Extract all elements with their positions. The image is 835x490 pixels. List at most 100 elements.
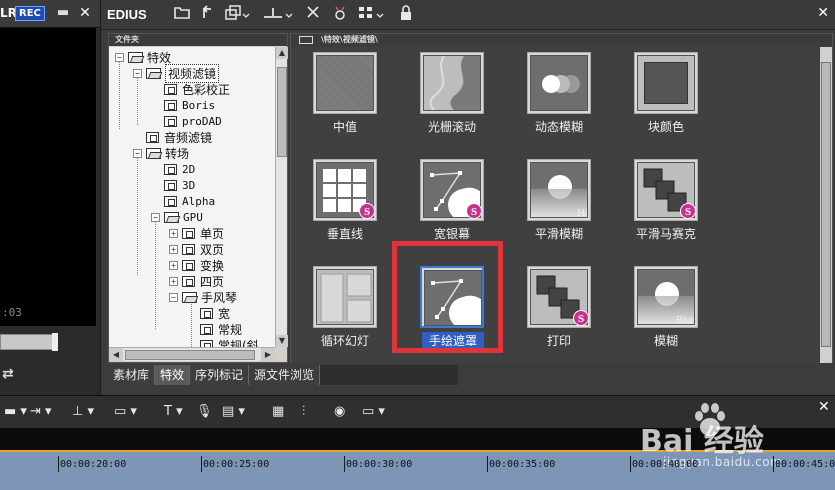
tree-item[interactable]: Boris xyxy=(164,97,215,113)
playback-mode-icon[interactable]: ⇄ xyxy=(2,366,14,382)
effect-tile[interactable]: S 打印 xyxy=(509,266,609,363)
copy-icon[interactable] xyxy=(223,5,251,25)
delete-icon[interactable] xyxy=(305,5,321,25)
tree-item[interactable]: − 视频滤镜 xyxy=(133,63,220,83)
tree-item[interactable]: − 转场 xyxy=(133,145,189,161)
effect-tile[interactable]: 块颜色 xyxy=(616,52,716,152)
effects-grid-scrollbar[interactable] xyxy=(820,47,832,363)
effect-group-icon xyxy=(182,275,195,287)
tree-item[interactable]: proDAD xyxy=(164,113,222,129)
lock-icon[interactable] xyxy=(399,5,413,25)
effect-tile[interactable]: Blur 模糊 xyxy=(616,266,716,363)
up-arrow-icon[interactable] xyxy=(199,5,215,25)
scroll-right-icon[interactable]: ▶ xyxy=(261,348,275,362)
tree-item[interactable]: 音频滤镜 xyxy=(146,129,212,145)
tree-item[interactable]: 2D xyxy=(164,161,195,177)
tree-item[interactable]: 常规 xyxy=(200,321,242,337)
track-mode-icon[interactable]: ▬ ▾ xyxy=(4,404,27,420)
tree-item[interactable]: 常规(斜 xyxy=(200,337,259,347)
tree-item[interactable]: − 手风琴 xyxy=(169,289,237,305)
bin-tab-bar: 素材库 特效 序列标记 源文件浏览 xyxy=(108,365,458,385)
scroll-down-icon[interactable]: ▼ xyxy=(276,335,288,347)
effects-scroll-thumb[interactable] xyxy=(821,62,831,347)
collapse-icon[interactable]: − xyxy=(115,52,124,62)
ripple-icon[interactable]: ▭ ▾ xyxy=(114,404,137,420)
split-icon[interactable]: ⊥ ▾ xyxy=(72,404,94,420)
effect-label: 动态模糊 xyxy=(534,120,583,134)
import-icon[interactable] xyxy=(261,5,295,25)
tree-item[interactable]: 3D xyxy=(164,177,195,193)
effect-tile[interactable]: 循环幻灯 xyxy=(295,266,395,363)
tree-item[interactable]: Alpha xyxy=(164,193,215,209)
effects-close-button[interactable]: ✕ xyxy=(817,5,829,21)
ruler-tick xyxy=(630,456,631,472)
rec-button[interactable]: REC xyxy=(15,6,45,21)
grid-view-icon[interactable]: ▦ xyxy=(272,404,284,420)
folder-tree-vertical-scrollbar[interactable]: ▲ ▼ xyxy=(275,47,288,347)
tree-item[interactable]: + 四页 xyxy=(169,273,224,289)
tree-item[interactable]: + 单页 xyxy=(169,225,224,241)
timeline-close-button[interactable]: ✕ xyxy=(818,399,830,415)
view-mode-icon[interactable] xyxy=(357,5,387,25)
tab-序列标记[interactable]: 序列标记 xyxy=(190,365,250,385)
collapse-icon[interactable]: − xyxy=(133,148,142,158)
tree-item-label: 单页 xyxy=(200,226,225,241)
tree-item[interactable]: + 双页 xyxy=(169,241,224,257)
tree-item[interactable]: − GPU xyxy=(151,209,203,225)
scroll-left-icon[interactable]: ◀ xyxy=(109,348,123,362)
effect-tile[interactable]: 动态模糊 xyxy=(509,52,609,152)
horizontal-scroll-thumb[interactable] xyxy=(125,350,255,360)
tab-素材库[interactable]: 素材库 xyxy=(108,365,156,385)
expand-icon[interactable]: + xyxy=(169,244,178,254)
scroll-thumb[interactable] xyxy=(277,67,287,157)
effect-group-icon xyxy=(182,243,195,255)
title-icon[interactable]: T ▾ xyxy=(164,404,183,420)
effect-tile[interactable]: S 垂直线 xyxy=(295,159,395,259)
collapse-icon[interactable]: − xyxy=(169,292,178,302)
tree-item[interactable]: − 特效 xyxy=(115,49,171,65)
effect-group-icon xyxy=(200,307,213,319)
folder-icon[interactable] xyxy=(173,5,191,25)
tree-item-label: 变换 xyxy=(200,258,225,273)
tree-item[interactable]: 宽 xyxy=(200,305,230,321)
insert-mode-icon[interactable]: ⇥ ▾ xyxy=(30,404,52,420)
expand-icon[interactable]: + xyxy=(169,228,178,238)
ruler-tick xyxy=(773,456,774,472)
effect-tile[interactable]: S 平滑马赛克 xyxy=(616,159,716,259)
effects-grid: 中值 光栅滚动 动态模糊 块颜色 S 垂直线 S 宽银幕 Hi 平滑模糊 S 平滑马赛克 循环幻灯 手绘遮… xyxy=(291,47,819,363)
tab-源文件浏览[interactable]: 源文件浏览 xyxy=(249,365,321,385)
effect-label: 打印 xyxy=(546,334,571,348)
mixer-icon[interactable]: ⫶ xyxy=(302,404,305,420)
effect-tile[interactable]: 光栅滚动 xyxy=(402,52,502,152)
collapse-icon[interactable]: − xyxy=(151,212,160,222)
script-badge-icon: S xyxy=(359,203,375,219)
effect-tile[interactable]: 中值 xyxy=(295,52,395,152)
scroll-up-icon[interactable]: ▲ xyxy=(276,47,288,59)
render-icon[interactable]: ▤ ▾ xyxy=(222,404,245,420)
preview-close-button[interactable]: ✕ xyxy=(78,5,92,21)
highlight-annotation xyxy=(392,241,503,353)
color-icon[interactable]: ◉ xyxy=(334,404,345,420)
effect-label: 循环幻灯 xyxy=(320,334,369,348)
expand-icon[interactable]: + xyxy=(169,276,178,286)
collapse-icon[interactable]: − xyxy=(133,68,142,78)
display-icon[interactable]: ▭ ▾ xyxy=(362,404,385,420)
ruler-label: 00:00:35:00 xyxy=(489,459,556,470)
tree-item[interactable]: 色彩校正 xyxy=(164,81,230,97)
effects-grid-panel: \特效\视频滤镜\ 中值 光栅滚动 动态模糊 块颜色 S 垂直线 S 宽银幕 Hi 平滑模糊 S 平滑… xyxy=(290,33,833,363)
tree-item[interactable]: + 变换 xyxy=(169,257,224,273)
microphone-icon[interactable]: 🎙 xyxy=(196,404,213,420)
effect-group-icon xyxy=(146,131,159,143)
properties-icon[interactable] xyxy=(331,5,349,25)
effect-thumbnail: S xyxy=(313,159,377,221)
effect-thumbnail xyxy=(313,266,377,328)
raster-scroll-icon xyxy=(423,55,481,111)
expand-icon[interactable]: + xyxy=(169,260,178,270)
effect-tag: Blur xyxy=(676,315,694,326)
effect-tile[interactable]: Hi 平滑模糊 xyxy=(509,159,609,259)
folder-tree-horizontal-scrollbar[interactable]: ◀ ▶ xyxy=(109,347,275,362)
preview-scrub-bar[interactable] xyxy=(0,334,58,350)
tab-特效[interactable]: 特效 xyxy=(155,365,191,385)
scrub-handle[interactable] xyxy=(52,333,58,351)
minimize-button[interactable]: ▬ xyxy=(56,6,70,20)
